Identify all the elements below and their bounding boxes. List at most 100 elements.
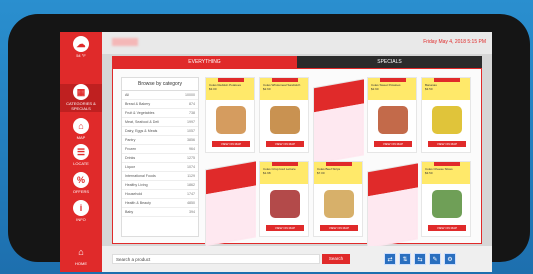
special-ribbon (380, 78, 406, 82)
rail-item-info[interactable]: i INFO (60, 200, 102, 222)
category-row-all[interactable]: All 10000 (122, 91, 198, 100)
tool-button[interactable]: ⇆ (414, 253, 426, 265)
category-row[interactable]: Health & Beauty 4850 (122, 199, 198, 208)
category-row[interactable]: Pantry 3856 (122, 136, 198, 145)
rail-label: MAP (76, 135, 86, 140)
category-row[interactable]: Baby 394 (122, 208, 198, 217)
product-image (270, 190, 300, 218)
rail-item-categories[interactable]: ▦ CATEGORIES & SPECIALS (60, 84, 102, 112)
category-count: 3856 (187, 138, 195, 142)
category-name: Pantry (125, 138, 136, 142)
product-card[interactable]: Coles Beef Strips $7.00 VIEW ON MAP (313, 161, 363, 237)
special-ribbon (218, 78, 244, 82)
product-card[interactable]: Coles Wholemeal Sandwich $2.60 VIEW ON M… (259, 77, 309, 153)
product-price: $2.60 (263, 86, 271, 91)
tool-buttons: ⇄ ⇅ ⇆ ✎ ⚙ (384, 253, 456, 265)
category-row[interactable]: Frozen 964 (122, 145, 198, 154)
tab-specials[interactable]: SPECIALS (297, 56, 482, 68)
category-name: Frozen (125, 147, 137, 151)
category-count: 1747 (187, 192, 195, 196)
category-row[interactable]: Meat, Seafood & Deli 1997 (122, 118, 198, 127)
product-price: $3.50 (425, 86, 433, 91)
view-on-map-button[interactable]: VIEW ON MAP (212, 141, 250, 147)
rail-item-locate[interactable]: ☰ LOCATE (60, 144, 102, 166)
top-bar: Friday May 4, 2018 5:15 PM (102, 32, 492, 54)
product-image (378, 106, 408, 134)
tool-button[interactable]: ✎ (429, 253, 441, 265)
slant-bottom (206, 185, 256, 247)
search-input[interactable]: Search a product (112, 254, 320, 264)
category-count: 394 (189, 210, 195, 214)
product-price: $3.50 (425, 170, 433, 175)
view-on-map-button[interactable]: VIEW ON MAP (428, 225, 466, 231)
view-on-map-button[interactable]: VIEW ON MAP (428, 141, 466, 147)
product-grid: Coles Redskin Potatoes $3.00 VIEW ON MAP… (205, 77, 475, 249)
rail-item-map[interactable]: ⌂ MAP (60, 118, 102, 140)
category-row[interactable]: Liquor 1074 (122, 163, 198, 172)
view-on-map-button[interactable]: VIEW ON MAP (320, 225, 358, 231)
tool-button[interactable]: ⇄ (384, 253, 396, 265)
category-row[interactable]: Healthy Living 1862 (122, 181, 198, 190)
rail-item-offers[interactable]: % OFFERS (60, 172, 102, 194)
temperature-label: 54 °F (76, 53, 86, 58)
category-count: 1129 (187, 174, 195, 178)
rail-label: INFO (76, 217, 86, 222)
search-button[interactable]: Search (322, 254, 350, 264)
category-count: 4850 (187, 201, 195, 205)
category-title: Browse by category (122, 78, 198, 91)
view-on-map-button[interactable]: VIEW ON MAP (266, 225, 304, 231)
categories-icon: ▦ (73, 84, 89, 100)
special-ribbon (272, 78, 298, 82)
product-image (432, 106, 462, 134)
category-name: Drinks (125, 156, 136, 160)
product-card[interactable]: Coles Crisp Iced Lettuce $1.98 VIEW ON M… (259, 161, 309, 237)
category-row[interactable]: International Foods 1129 (122, 172, 198, 181)
product-text: Coles Sweet Potatoes $2.90 (371, 83, 415, 91)
home-icon: ⌂ (78, 247, 84, 257)
category-row[interactable]: Bread & Bakery 874 (122, 100, 198, 109)
category-name: Baby (125, 210, 134, 214)
category-slant-panel (313, 78, 364, 165)
category-list: Browse by category All 10000 Bread & Bak… (121, 77, 199, 237)
rail-label: OFFERS (72, 189, 90, 194)
category-name: Healthy Living (125, 183, 148, 187)
category-name: Liquor (125, 165, 135, 169)
tool-button[interactable]: ⇅ (399, 253, 411, 265)
category-slant-panel (367, 162, 418, 249)
slant-bottom (314, 103, 364, 165)
product-text: Coles Beef Strips $7.00 (317, 167, 361, 175)
tab-everything[interactable]: EVERYTHING (112, 56, 297, 68)
product-image (216, 106, 246, 134)
category-row[interactable]: Fruit & Vegetables 738 (122, 109, 198, 118)
product-card[interactable]: Coles Sweet Potatoes $2.90 VIEW ON MAP (367, 77, 417, 153)
product-card[interactable]: Coles Redskin Potatoes $3.00 VIEW ON MAP (205, 77, 255, 153)
category-name: International Foods (125, 174, 156, 178)
category-row[interactable]: Drinks 1275 (122, 154, 198, 163)
category-name: Household (125, 192, 143, 196)
info-icon: i (73, 200, 89, 216)
view-on-map-button[interactable]: VIEW ON MAP (266, 141, 304, 147)
category-count: 1057 (187, 129, 195, 133)
search-placeholder: Search a product (116, 257, 151, 262)
product-text: Coles Wholemeal Sandwich $2.60 (263, 83, 307, 91)
tabs: EVERYTHING SPECIALS (112, 56, 482, 68)
category-name: Health & Beauty (125, 201, 151, 205)
store-logo (112, 38, 138, 46)
tool-button[interactable]: ⚙ (444, 253, 456, 265)
category-row[interactable]: Household 1747 (122, 190, 198, 199)
product-image (324, 190, 354, 218)
category-name: Dairy, Eggs & Meals (125, 129, 158, 133)
view-on-map-button[interactable]: VIEW ON MAP (374, 141, 412, 147)
category-row[interactable]: Dairy, Eggs & Meals 1057 (122, 127, 198, 136)
special-ribbon (434, 78, 460, 82)
date-time: Friday May 4, 2018 5:15 PM (423, 39, 486, 45)
category-count: 964 (189, 147, 195, 151)
product-card[interactable]: Coles Cheese Slices $3.50 VIEW ON MAP (421, 161, 471, 237)
product-text: Coles Crisp Iced Lettuce $1.98 (263, 167, 307, 175)
rail-label: LOCATE (73, 161, 89, 166)
category-count: 1275 (187, 156, 195, 160)
locate-icon: ☰ (73, 144, 89, 160)
category-name: Bread & Bakery (125, 102, 151, 106)
rail-item-home[interactable]: ⌂ HOME (60, 244, 102, 266)
product-card[interactable]: Bananas $3.50 VIEW ON MAP (421, 77, 471, 153)
